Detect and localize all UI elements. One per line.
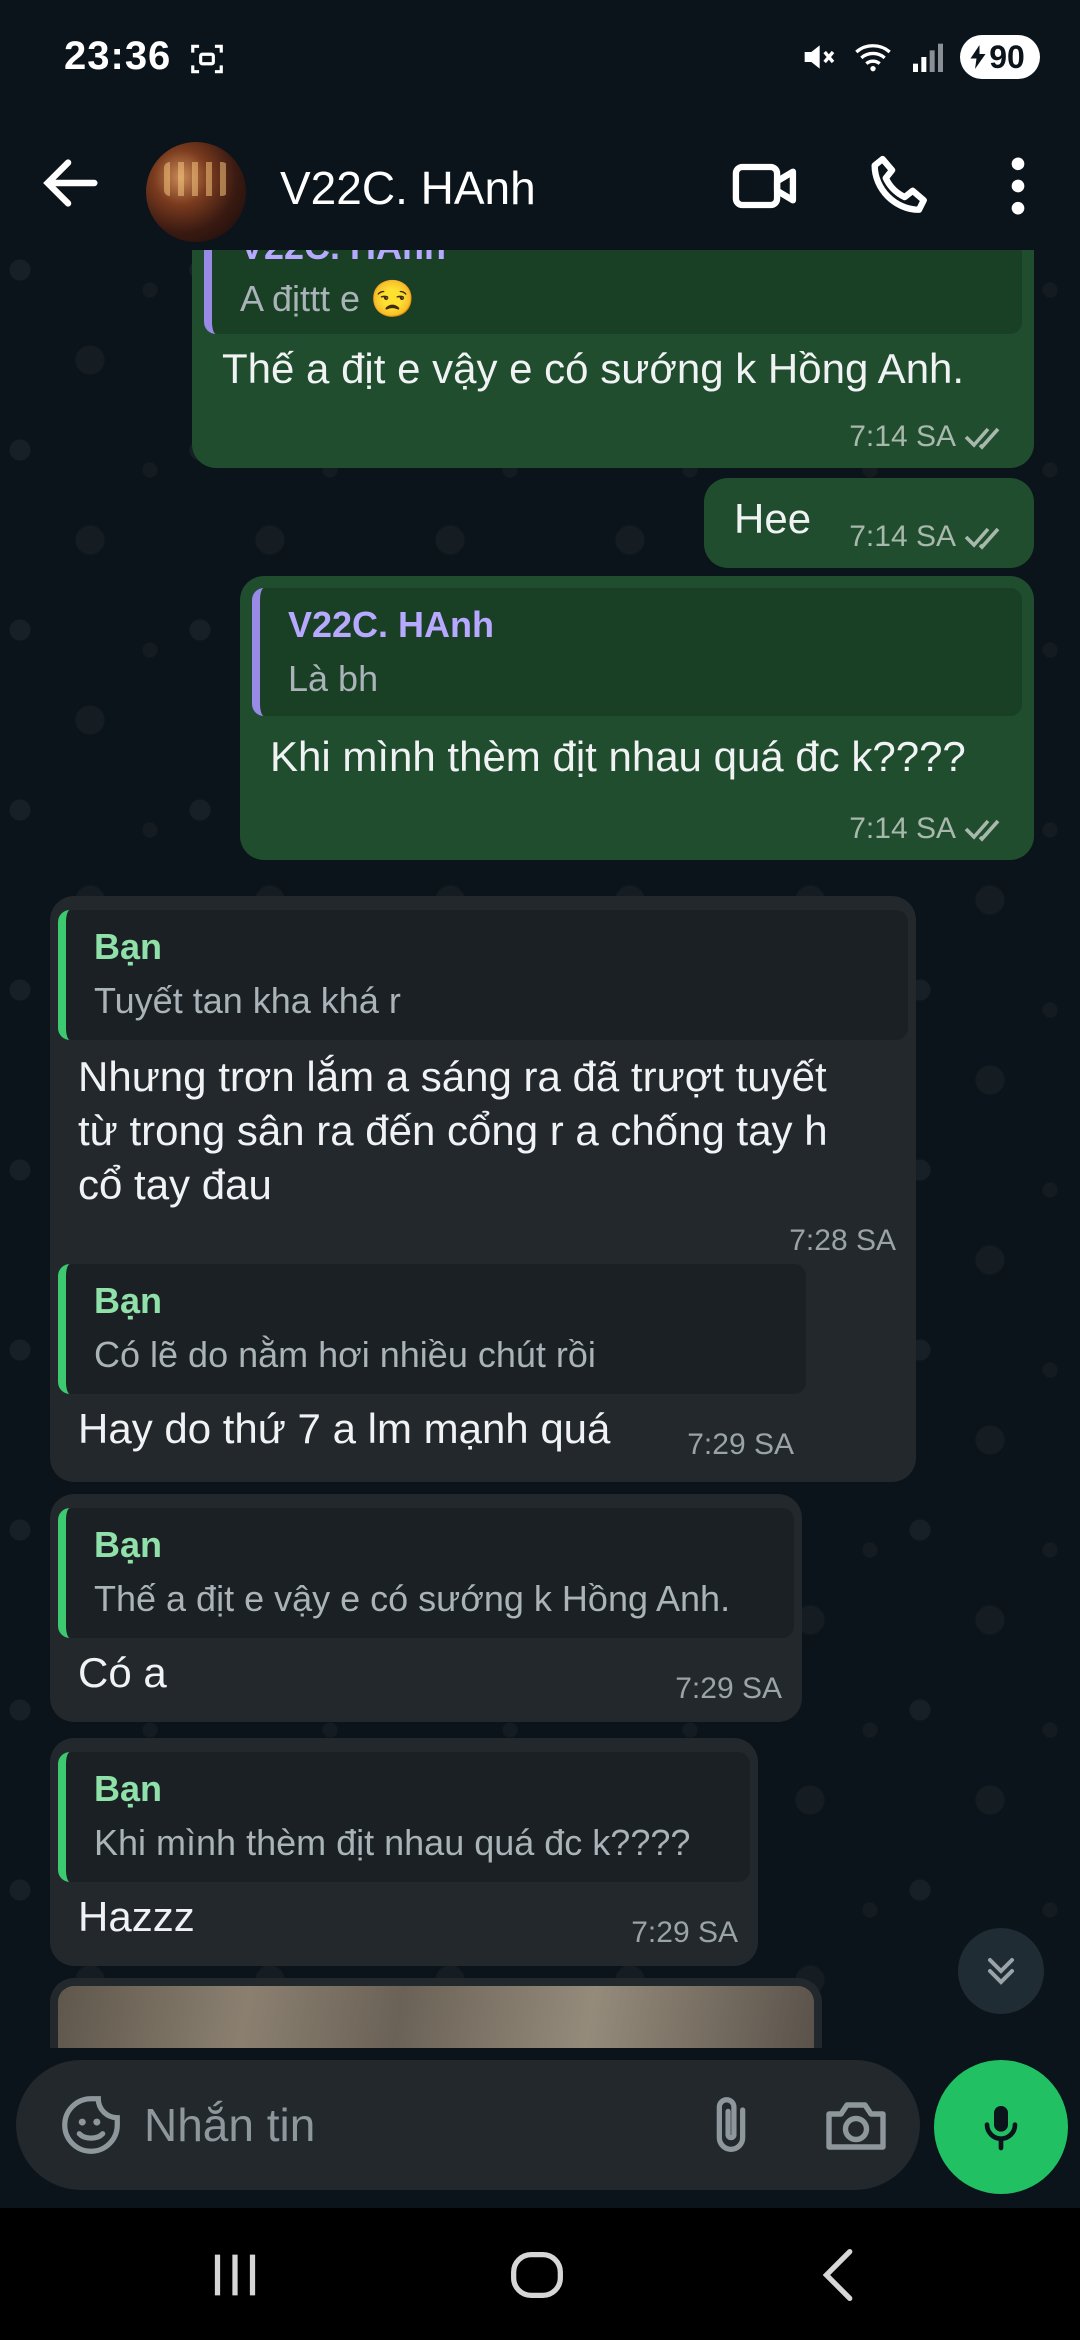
signal-icon [913, 43, 943, 72]
message-composer [0, 2048, 1080, 2208]
system-navigation-bar [0, 2208, 1080, 2340]
status-icons: 90 [798, 32, 1040, 82]
image-message-thumbnail[interactable] [50, 1978, 822, 2048]
input-pill[interactable] [16, 2060, 920, 2190]
quote-text: Có lẽ do nằm hơi nhiều chút rồi [94, 1334, 596, 1375]
contact-name[interactable]: V22C. HAnh [280, 146, 536, 230]
quote-text: Tuyết tan kha khá r [94, 980, 401, 1021]
message-text: Có a [78, 1649, 167, 1696]
chat-header: V22C. HAnh [0, 120, 1080, 250]
chevrons-down-icon [987, 1957, 1015, 1985]
quote-author: Bạn [94, 1524, 163, 1565]
mute-icon [804, 45, 835, 69]
quoted-message[interactable]: Bạn Tuyết tan kha khá r [58, 910, 908, 1040]
more-vert-icon[interactable] [980, 148, 1056, 224]
message-text-line: từ trong sân ra đến cổng r a chống tay h [78, 1107, 828, 1154]
quote-text: Thế a địt e vậy e có sướng k Hồng Anh. [94, 1578, 731, 1619]
status-bar: 23:36 90 [0, 0, 1080, 120]
charging-icon [970, 45, 986, 69]
arrow-left-icon[interactable] [36, 148, 106, 218]
whatsapp-chat-screen: 23:36 90 V22C. HAnh A địttt e 😒 Thế a đị… [0, 0, 1080, 2340]
message-time: 7:29 SA [687, 1428, 794, 1461]
screenshot-icon [191, 44, 223, 74]
recent-apps-icon[interactable] [200, 2240, 270, 2310]
home-icon[interactable] [502, 2240, 572, 2310]
sticker-icon[interactable] [56, 2090, 126, 2160]
message-meta: 7:28 SA [789, 1224, 896, 1258]
incoming-messages: Bạn Tuyết tan kha khá r Nhưng trơn lắm a… [0, 250, 1080, 2048]
quote-text: Khi mình thèm địt nhau quá đc k???? [94, 1822, 691, 1863]
message-text-line: Nhưng trơn lắm a sáng ra đã trượt tuyết [78, 1053, 827, 1100]
camera-icon[interactable] [820, 2090, 892, 2162]
paperclip-icon[interactable] [696, 2088, 766, 2164]
battery-indicator: 90 [960, 35, 1040, 79]
message-text: Hay do thứ 7 a lm mạnh quá [78, 1405, 611, 1452]
quote-author: Bạn [94, 1280, 163, 1321]
wifi-icon [855, 44, 891, 72]
status-time: 23:36 [64, 34, 172, 78]
message-time: 7:29 SA [675, 1672, 782, 1705]
back-nav-icon[interactable] [806, 2240, 876, 2310]
quoted-message[interactable]: Bạn Có lẽ do nằm hơi nhiều chút rồi [58, 1264, 806, 1394]
message-bubble-incoming[interactable]: Bạn Thế a địt e vậy e có sướng k Hồng An… [50, 1494, 802, 1722]
voice-record-button[interactable] [934, 2060, 1068, 2194]
video-camera-icon[interactable] [728, 148, 804, 224]
message-text-line: cổ tay đau [78, 1161, 272, 1208]
message-input[interactable] [144, 2090, 684, 2160]
avatar[interactable] [146, 142, 246, 242]
quote-author: Bạn [94, 1768, 163, 1809]
quote-author: Bạn [94, 926, 163, 967]
message-meta: 7:29 SA [687, 1428, 794, 1462]
battery-level: 90 [989, 38, 1025, 75]
quoted-message[interactable]: Bạn Khi mình thèm địt nhau quá đc k???? [58, 1752, 750, 1882]
message-time: 7:28 SA [789, 1224, 896, 1257]
microphone-icon [984, 2106, 1018, 2151]
quoted-message[interactable]: Bạn Thế a địt e vậy e có sướng k Hồng An… [58, 1508, 794, 1638]
message-meta: 7:29 SA [675, 1672, 782, 1706]
message-bubble-incoming[interactable]: Bạn Khi mình thèm địt nhau quá đc k???? … [50, 1738, 758, 1966]
message-meta: 7:29 SA [631, 1916, 738, 1950]
phone-icon[interactable] [862, 148, 938, 224]
message-time: 7:29 SA [631, 1916, 738, 1949]
message-text: Hazzz [78, 1893, 195, 1940]
message-bubble-incoming[interactable]: Bạn Có lẽ do nằm hơi nhiều chút rồi Hay … [50, 1250, 814, 1478]
scroll-to-bottom-button[interactable] [958, 1928, 1044, 2014]
